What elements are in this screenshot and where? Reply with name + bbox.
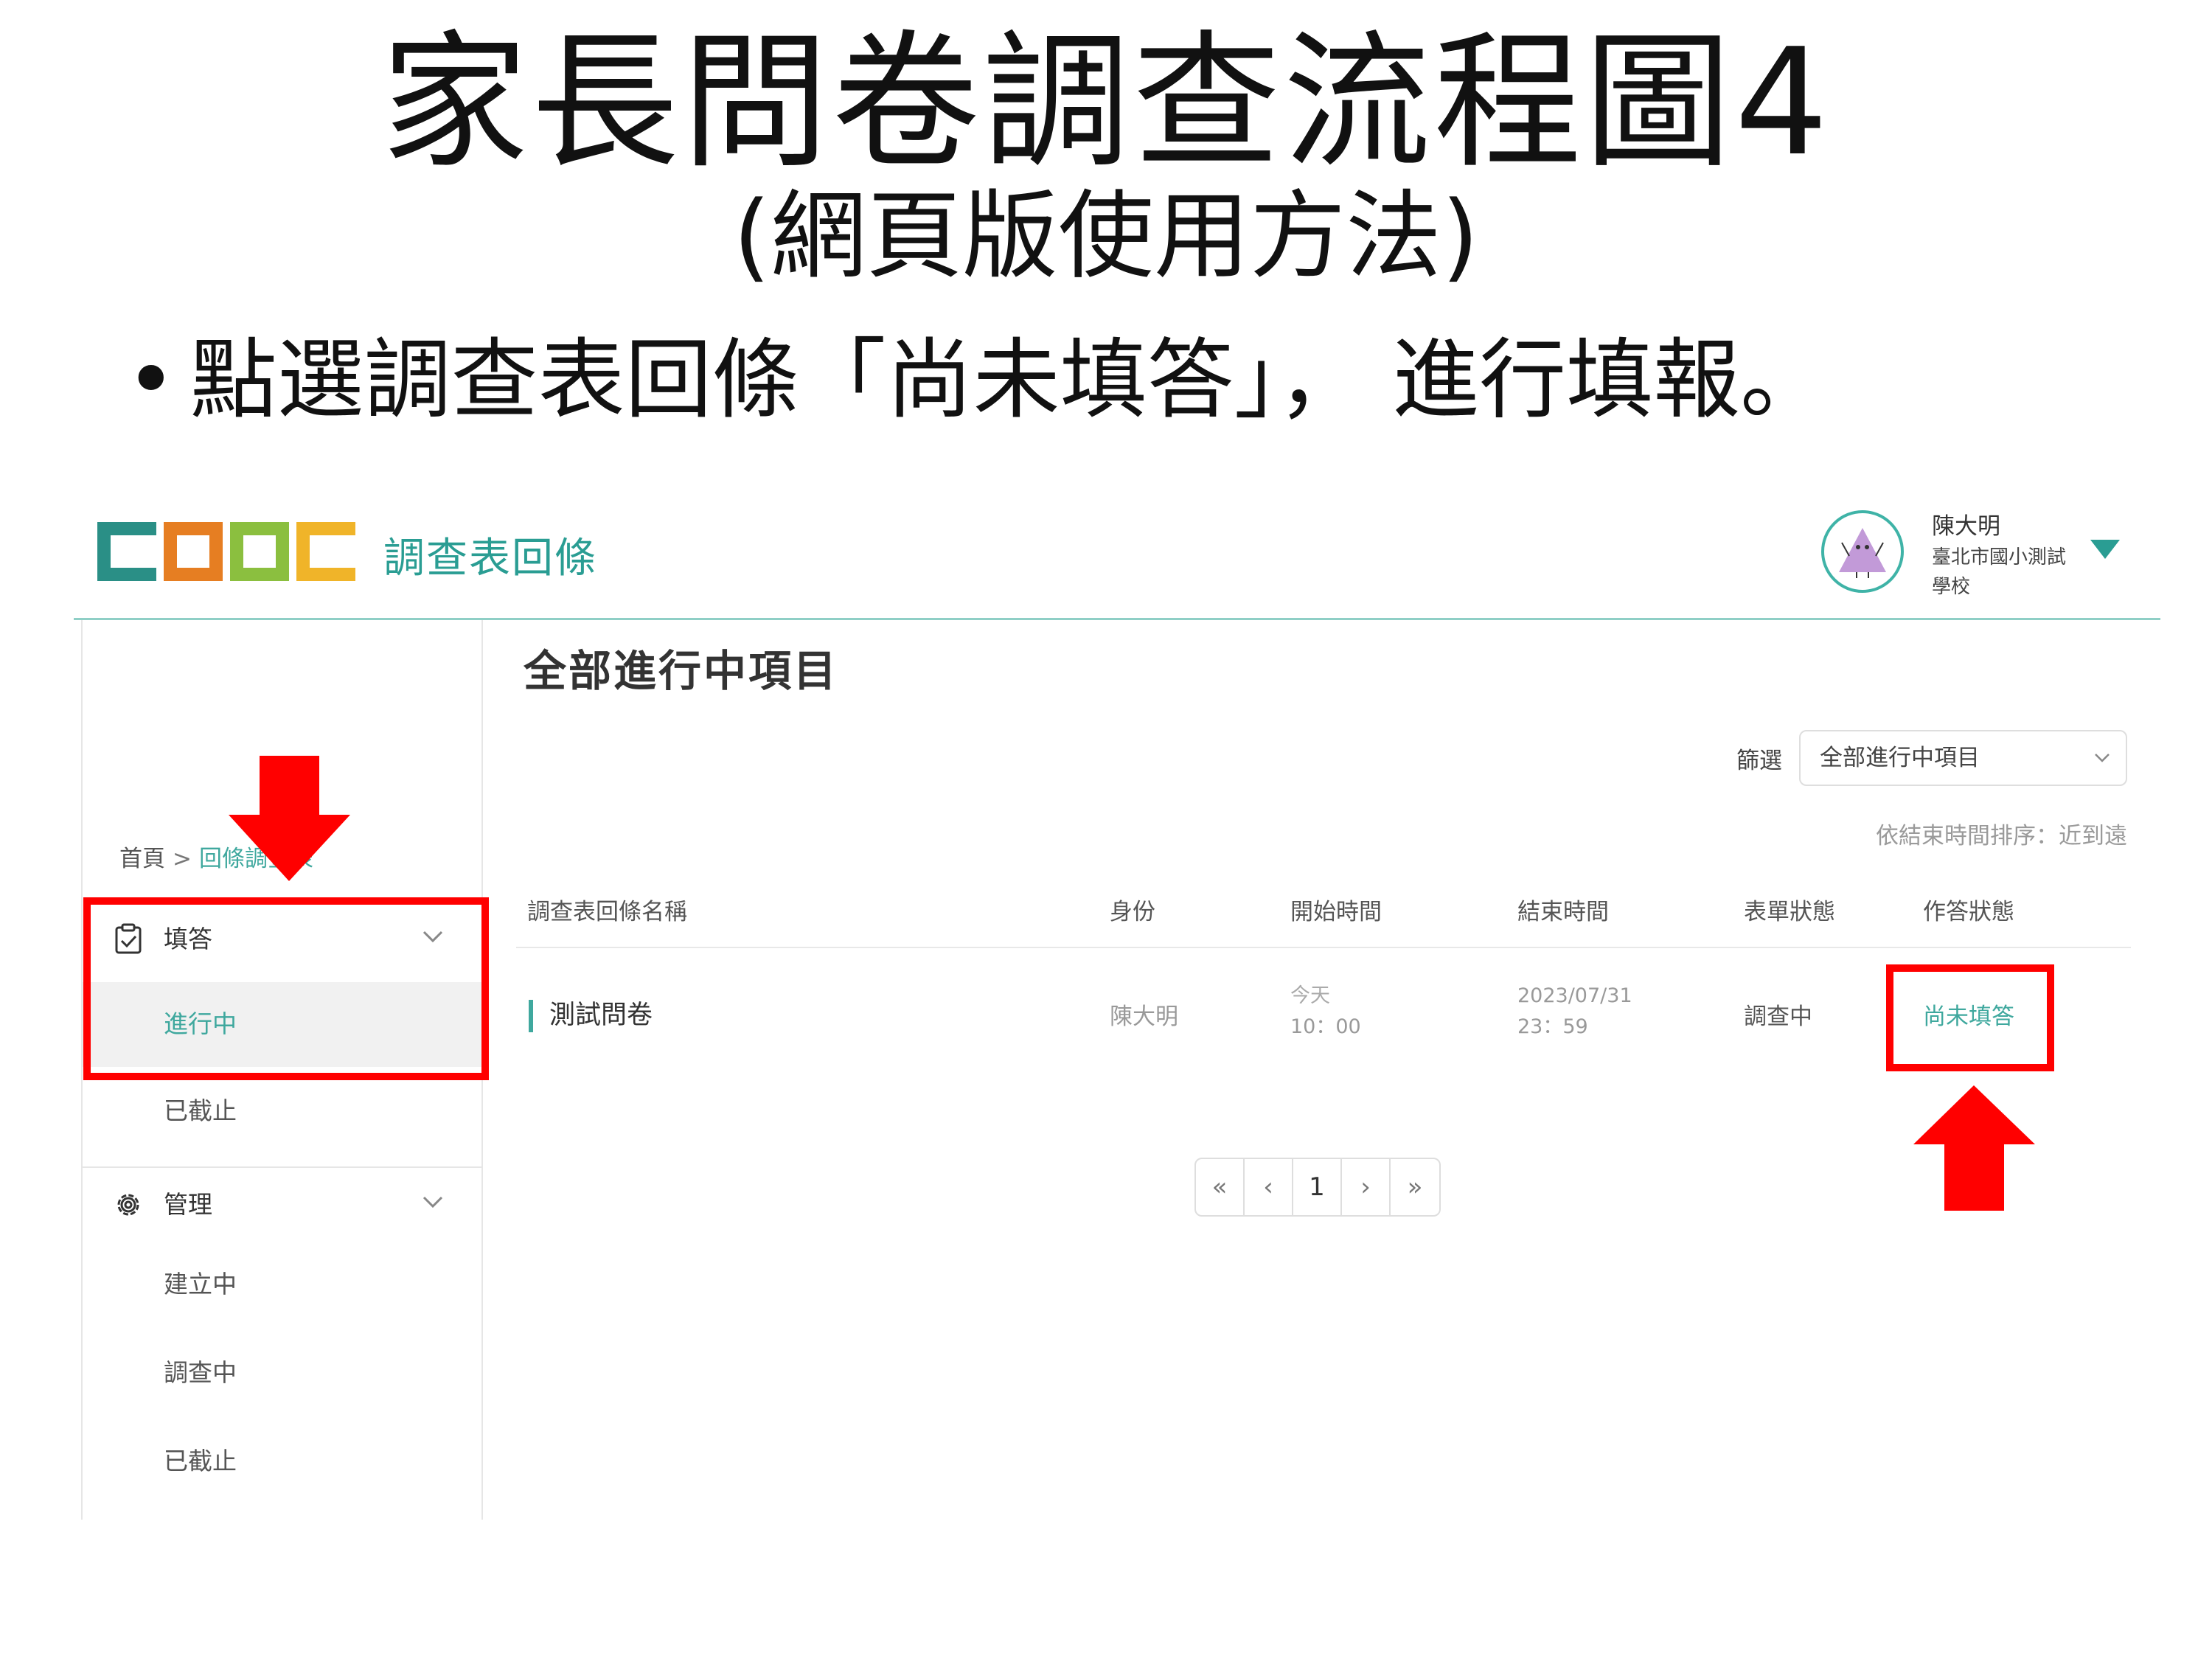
up-arrow-icon [1913,1085,2035,1211]
avatar-character-icon [1839,528,1886,578]
column-header-identity: 身份 [1110,899,1155,925]
chevron-down-icon [422,1196,443,1208]
sidebar-item-label: 已截止 [164,1447,237,1475]
highlight-box-sidebar [83,897,489,1080]
column-header-answer-status: 作答狀態 [1923,899,2014,925]
column-header-form-status: 表單狀態 [1744,899,1835,925]
chevron-down-icon [2095,754,2110,762]
cooc-logo [97,522,355,581]
row-identity: 陳大明 [1110,1004,1178,1030]
row-end-date: 2023/07/31 [1517,984,1632,1007]
page-title: 全部進行中項目 [524,646,839,696]
user-menu-caret-icon[interactable] [2090,540,2120,559]
page-first-button[interactable]: « [1196,1159,1245,1215]
highlight-box-answer-status [1886,964,2054,1071]
row-survey-name[interactable]: 測試問卷 [549,1000,653,1031]
down-arrow-icon [229,756,350,881]
bullet-text: 點選調查表回條「尚未填答」， 進行填報。 [189,329,1828,431]
breadcrumb-home[interactable]: 首頁 [119,846,165,872]
filter-select-value: 全部進行中項目 [1820,745,1980,771]
app-title: 調查表回條 [383,535,597,582]
table-header-divider [516,947,2131,948]
user-school: 臺北市國小測試學校 [1932,546,2067,598]
column-header-end: 結束時間 [1517,899,1609,925]
app-screenshot: 調查表回條 陳大明 臺北市國小測試學校 首頁 > 回條調查表 填答 進行中 已截… [74,501,2160,1520]
sidebar-item-drafting[interactable]: 建立中 [83,1242,481,1327]
sidebar-item-label: 建立中 [164,1270,237,1298]
gear-icon [117,1194,139,1216]
filter-label: 篩選 [1736,748,1782,774]
sort-order-text[interactable]: 依結束時間排序：近到遠 [1876,820,2127,852]
slide-subtitle: (網頁版使用方法) [733,180,1479,292]
row-form-status: 調查中 [1744,1004,1812,1030]
sidebar-item-label: 已截止 [164,1096,237,1125]
page-prev-button[interactable]: ‹ [1245,1159,1293,1215]
page-number-button[interactable]: 1 [1293,1159,1342,1215]
sidebar-item-surveying[interactable]: 調查中 [83,1331,481,1416]
pagination: « ‹ 1 › » [1194,1158,1441,1217]
page-next-button[interactable]: › [1342,1159,1391,1215]
sidebar-group-manage-label: 管理 [164,1190,212,1219]
row-end-time: 23：59 [1517,1015,1588,1038]
row-start-time: 10：00 [1290,1015,1361,1038]
column-header-start: 開始時間 [1290,899,1382,925]
slide-bullet: • 點選調查表回條「尚未填答」， 進行填報。 [125,328,1827,431]
sidebar-item-manage-closed[interactable]: 已截止 [83,1419,481,1504]
page-last-button[interactable]: » [1391,1159,1439,1215]
column-header-name: 調查表回條名稱 [527,899,687,925]
sidebar-group-manage[interactable]: 管理 [83,1165,481,1248]
user-name: 陳大明 [1932,513,2000,540]
user-avatar[interactable] [1821,510,1904,593]
sidebar-item-closed[interactable]: 已截止 [83,1069,481,1154]
breadcrumb-separator: > [173,846,192,872]
slide-title: 家長問卷調查流程圖4 [380,17,1832,189]
sidebar-item-label: 調查中 [164,1358,237,1387]
bullet-dot-icon: • [125,329,177,431]
row-accent-bar [529,1000,533,1032]
row-start-day: 今天 [1290,984,1330,1007]
filter-select[interactable]: 全部進行中項目 [1799,730,2127,786]
